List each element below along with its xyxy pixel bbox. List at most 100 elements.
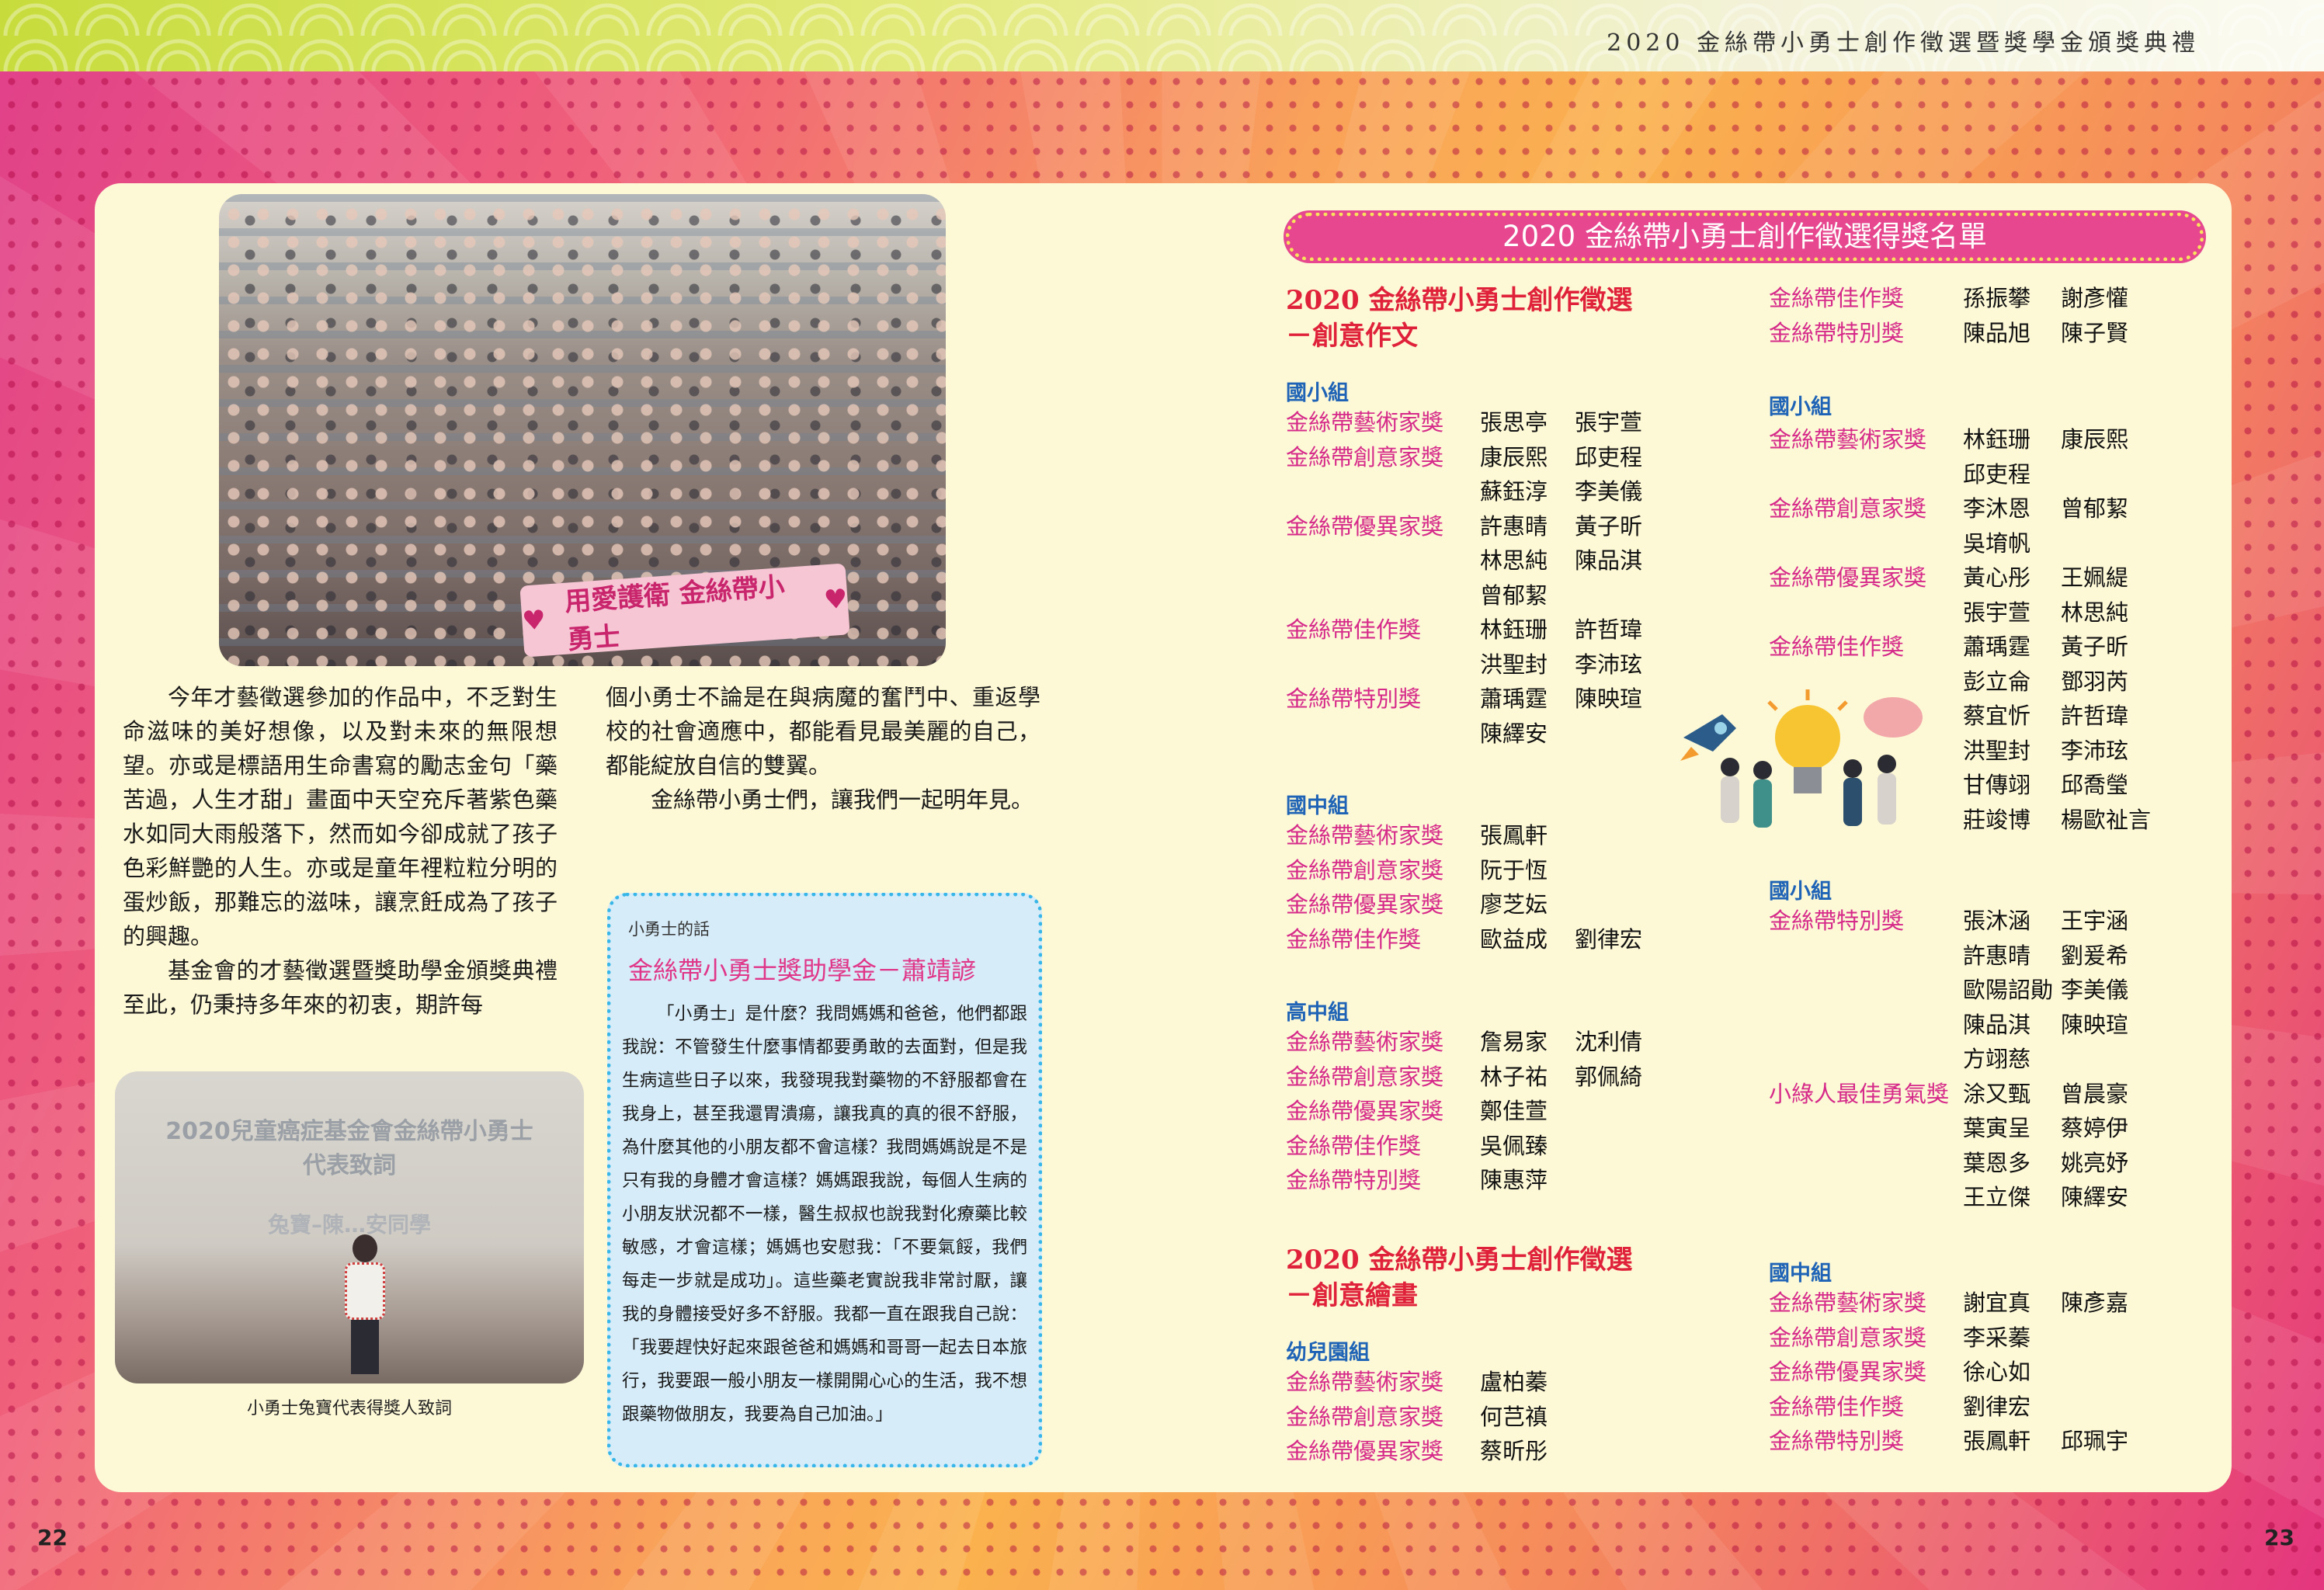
winner-name: 莊竣博 bbox=[1963, 806, 2031, 833]
award-row: 金絲帶創意家獎 康辰熙 邱吏程 bbox=[1286, 440, 1642, 475]
winner-name: 許哲瑋 bbox=[2061, 703, 2129, 729]
thought-cloud-icon bbox=[1864, 697, 1923, 738]
winner-name: 蔡宜忻 bbox=[1963, 703, 2031, 729]
award-row: 蘇鈺淳 李美儀 bbox=[1286, 474, 1642, 509]
winner-name: 李美儀 bbox=[1575, 478, 1643, 505]
award-category bbox=[1286, 543, 1480, 578]
winner-name: 陳子賢 bbox=[2061, 319, 2129, 346]
winner-name: 陳彥嘉 bbox=[2061, 1290, 2129, 1316]
award-category: 金絲帶藝術家獎 bbox=[1769, 1290, 1927, 1316]
winner-name: 洪聖封 bbox=[1480, 651, 1548, 678]
winner-name: 黃心彤 bbox=[1963, 564, 2031, 591]
rocket-icon bbox=[1680, 714, 1736, 761]
auditorium-group-photo: ♥ 用愛護衛 金絲帶小勇士 ♥ bbox=[219, 194, 946, 666]
winner-name: 黃子昕 bbox=[1575, 512, 1643, 540]
award-row: 葉寅呈 蔡婷伊 bbox=[1769, 1111, 2128, 1146]
group-label: 國中組 bbox=[1769, 1262, 1832, 1286]
award-category: 金絲帶創意家獎 bbox=[1286, 856, 1444, 884]
group-label: 高中組 bbox=[1286, 1001, 1349, 1025]
winner-name: 陳品淇 bbox=[1575, 547, 1643, 574]
quote-body: 「小勇士」是什麼？我問媽媽和爸爸，他們都跟我說：不管發生什麼事情都要勇敢的去面對… bbox=[622, 998, 1027, 1432]
group-label: 國小組 bbox=[1286, 381, 1349, 405]
award-category: 金絲帶佳作獎 bbox=[1286, 616, 1422, 643]
awards-list-title: 2020 金絲帶小勇士創作徵選得獎名單 bbox=[1286, 213, 2204, 261]
winner-name: 洪聖封 bbox=[1963, 737, 2031, 764]
award-row: 金絲帶優異家獎 黃心彤 王姵緹 bbox=[1769, 561, 2151, 595]
article-paragraph: 今年才藝徵選參加的作品中，不乏對生命滋味的美好想像，以及對未來的無限想望。亦或是… bbox=[123, 684, 558, 949]
photo-caption: 小勇士兔寶代表得獎人致詞 bbox=[246, 1399, 452, 1418]
award-category: 金絲帶佳作獎 bbox=[1769, 634, 1905, 660]
winner-name: 曾郁絜 bbox=[2061, 495, 2129, 522]
winner-name: 姚亮妤 bbox=[2061, 1149, 2129, 1176]
winner-name: 吳堉帆 bbox=[1963, 529, 2031, 557]
award-category: 金絲帶特別獎 bbox=[1769, 908, 1905, 934]
winner-name: 王姵緹 bbox=[2061, 564, 2129, 591]
winner-name: 林思純 bbox=[1480, 547, 1548, 574]
award-row: 金絲帶創意家獎 李沐恩 曾郁絜 bbox=[1769, 491, 2151, 526]
group-label: 國中組 bbox=[1286, 794, 1349, 818]
winner-name: 劉律宏 bbox=[1575, 925, 1643, 953]
award-row: 金絲帶佳作獎 蕭瑀霆 黃子昕 bbox=[1769, 630, 2151, 665]
award-category: 金絲帶特別獎 bbox=[1769, 319, 1905, 346]
winner-name: 楊歐祉言 bbox=[2061, 806, 2152, 833]
winner-name: 孫振攀 bbox=[1963, 285, 2031, 311]
award-row: 金絲帶創意家獎 何芑禛 bbox=[1286, 1400, 1575, 1435]
winner-name: 蕭瑀霆 bbox=[1963, 634, 2031, 660]
award-category: 金絲帶藝術家獎 bbox=[1286, 409, 1444, 436]
award-category: 金絲帶優異家獎 bbox=[1769, 1359, 1927, 1385]
award-category: 金絲帶創意家獎 bbox=[1769, 495, 1927, 522]
award-category: 金絲帶藝術家獎 bbox=[1769, 426, 1927, 453]
award-row: 金絲帶特別獎 陳惠萍 bbox=[1286, 1163, 1642, 1198]
winner-name: 謝彥懽 bbox=[2061, 285, 2129, 311]
winner-name: 張沐涵 bbox=[1963, 908, 2031, 934]
award-row: 吳堉帆 bbox=[1769, 526, 2151, 561]
award-row: 許惠晴 劉爰希 bbox=[1769, 939, 2128, 974]
article-paragraph: 金絲帶小勇士們，讓我們一起明年見。 bbox=[651, 786, 1034, 813]
stage-screen-text: 2020兒童癌症基金會金絲帶小勇士 bbox=[165, 1118, 533, 1145]
winner-name: 張鳳軒 bbox=[1480, 822, 1548, 849]
award-category: 金絲帶優異家獎 bbox=[1769, 564, 1927, 591]
award-category bbox=[1769, 457, 1963, 492]
award-row: 葉恩多 姚亮妤 bbox=[1769, 1146, 2128, 1181]
award-list-writing-junior: 金絲帶藝術家獎 張鳳軒 金絲帶創意家獎 阮于恆 金絲帶優異家獎 廖芝妘 金絲帶佳作獎 歐益成劉… bbox=[1286, 818, 1642, 956]
award-row: 陳品淇 陳映瑄 bbox=[1769, 1008, 2128, 1043]
winner-name: 康辰熙 bbox=[1480, 443, 1548, 470]
award-row: 金絲帶優異家獎 徐心如 bbox=[1769, 1355, 2128, 1390]
winner-name: 陳映瑄 bbox=[2061, 1011, 2129, 1038]
award-row: 曾郁絜 bbox=[1286, 578, 1642, 613]
winner-name: 陳品旭 bbox=[1963, 319, 2031, 346]
winner-name: 林鈺珊 bbox=[1480, 616, 1548, 643]
quote-box: 小勇士的話 金絲帶小勇士獎助學金－蕭靖諺 「小勇士」是什麼？我問媽媽和爸爸，他們… bbox=[607, 893, 1042, 1467]
award-category bbox=[1769, 526, 1963, 561]
winner-name: 葉寅呈 bbox=[1963, 1115, 2031, 1141]
winner-name: 陳繹安 bbox=[1480, 720, 1548, 747]
award-category bbox=[1286, 647, 1480, 682]
page-number-left: 22 bbox=[37, 1525, 68, 1550]
award-category bbox=[1769, 595, 1963, 630]
award-row: 金絲帶優異家獎 鄭佳萱 bbox=[1286, 1094, 1642, 1129]
winner-name: 邱吏程 bbox=[1963, 460, 2031, 488]
winner-name: 謝宜真 bbox=[1963, 1290, 2031, 1316]
award-row: 金絲帶藝術家獎 張思亭 張宇萱 bbox=[1286, 405, 1642, 440]
section-title-drawing: 2020 金絲帶小勇士創作徵選 －創意繪畫 bbox=[1286, 1242, 1632, 1314]
award-row: 金絲帶佳作獎 劉律宏 bbox=[1769, 1390, 2128, 1425]
winner-name: 邱喬瑩 bbox=[2061, 772, 2129, 798]
team-idea-illustration bbox=[1680, 689, 1923, 828]
award-category bbox=[1769, 1180, 1963, 1215]
winner-name: 徐心如 bbox=[1963, 1359, 2031, 1385]
award-category: 金絲帶藝術家獎 bbox=[1286, 1029, 1444, 1055]
award-category bbox=[1286, 578, 1480, 613]
winner-name: 黃子昕 bbox=[2061, 634, 2129, 660]
section-title-line: －創意作文 bbox=[1286, 321, 1418, 352]
section-title-line: 2020 金絲帶小勇士創作徵選 bbox=[1286, 1245, 1633, 1276]
winner-name: 劉律宏 bbox=[1963, 1393, 2031, 1420]
winner-name: 張宇萱 bbox=[1575, 409, 1643, 436]
winner-name: 葉恩多 bbox=[1963, 1149, 2031, 1176]
winner-name: 沈利倩 bbox=[1575, 1029, 1643, 1055]
award-row: 金絲帶佳作獎 吳佩臻 bbox=[1286, 1129, 1642, 1164]
award-category: 金絲帶佳作獎 bbox=[1769, 1393, 1905, 1420]
award-row: 邱吏程 bbox=[1769, 457, 2151, 492]
article-paragraph: 基金會的才藝徵選暨獎助學金頒獎典禮至此，仍秉持多年來的初衷，期許每 bbox=[123, 957, 558, 1018]
winner-name: 曾郁絜 bbox=[1480, 581, 1548, 609]
award-row: 金絲帶藝術家獎 張鳳軒 bbox=[1286, 818, 1642, 853]
